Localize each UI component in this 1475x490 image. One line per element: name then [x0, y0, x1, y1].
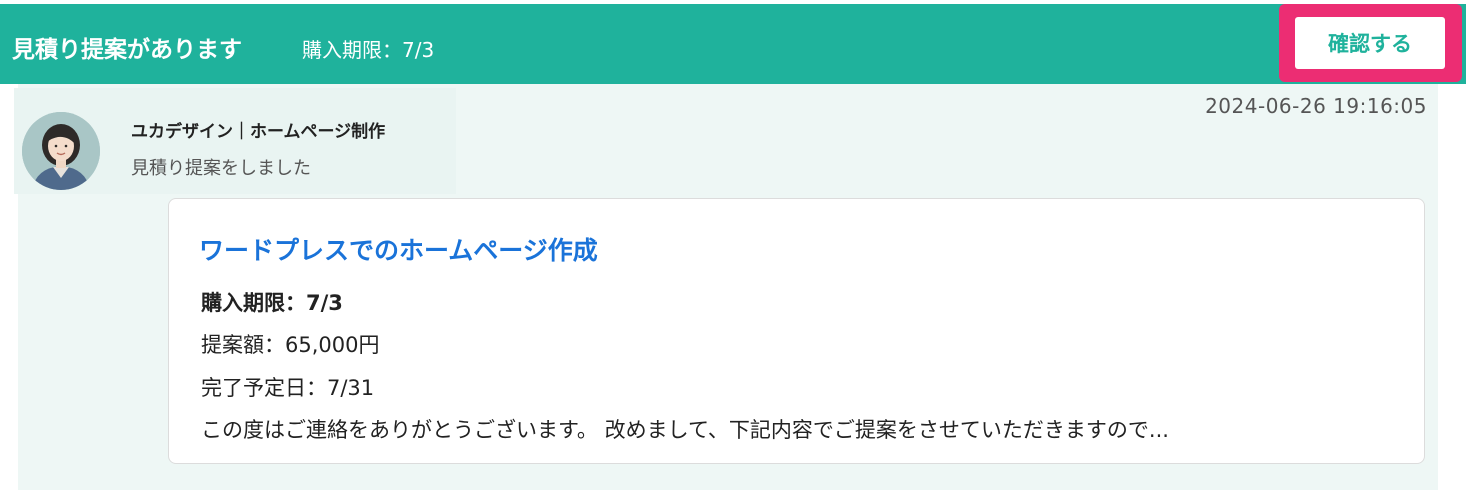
proposal-deadline: 購入期限：7/3 — [201, 287, 343, 317]
confirm-button[interactable]: 確認する — [1295, 17, 1445, 69]
sender-name[interactable]: ユカデザイン｜ホームページ制作 — [131, 117, 385, 142]
proposal-deadline-label: 購入期限： — [201, 291, 306, 315]
proposal-completion-date: 完了予定日：7/31 — [201, 376, 375, 400]
proposal-title-link[interactable]: ワードプレスでのホームページ作成 — [199, 231, 598, 267]
notification-header: 見積り提案があります 購入期限：7/3 — [0, 4, 1466, 84]
proposal-card[interactable]: ワードプレスでのホームページ作成 購入期限：7/3 提案額：65,000円 完了… — [168, 198, 1425, 464]
sender-action: 見積り提案をしました — [131, 158, 311, 179]
proposal-price: 提案額：65,000円 — [201, 333, 380, 357]
header-deadline: 購入期限：7/3 — [302, 38, 435, 62]
proposal-deadline-value: 7/3 — [306, 291, 343, 315]
avatar-person-icon — [22, 112, 100, 190]
proposal-message-preview: この度はご連絡をありがとうございます。 改めまして、下記内容でご提案をさせていた… — [201, 418, 1169, 442]
header-title: 見積り提案があります — [12, 37, 242, 63]
message-timestamp: 2024-06-26 19:16:05 — [1205, 94, 1427, 118]
proposal-notification: 見積り提案があります 購入期限：7/3 確認する ユカデザイン｜ホームページ制作… — [0, 0, 1475, 490]
avatar[interactable] — [22, 112, 100, 190]
